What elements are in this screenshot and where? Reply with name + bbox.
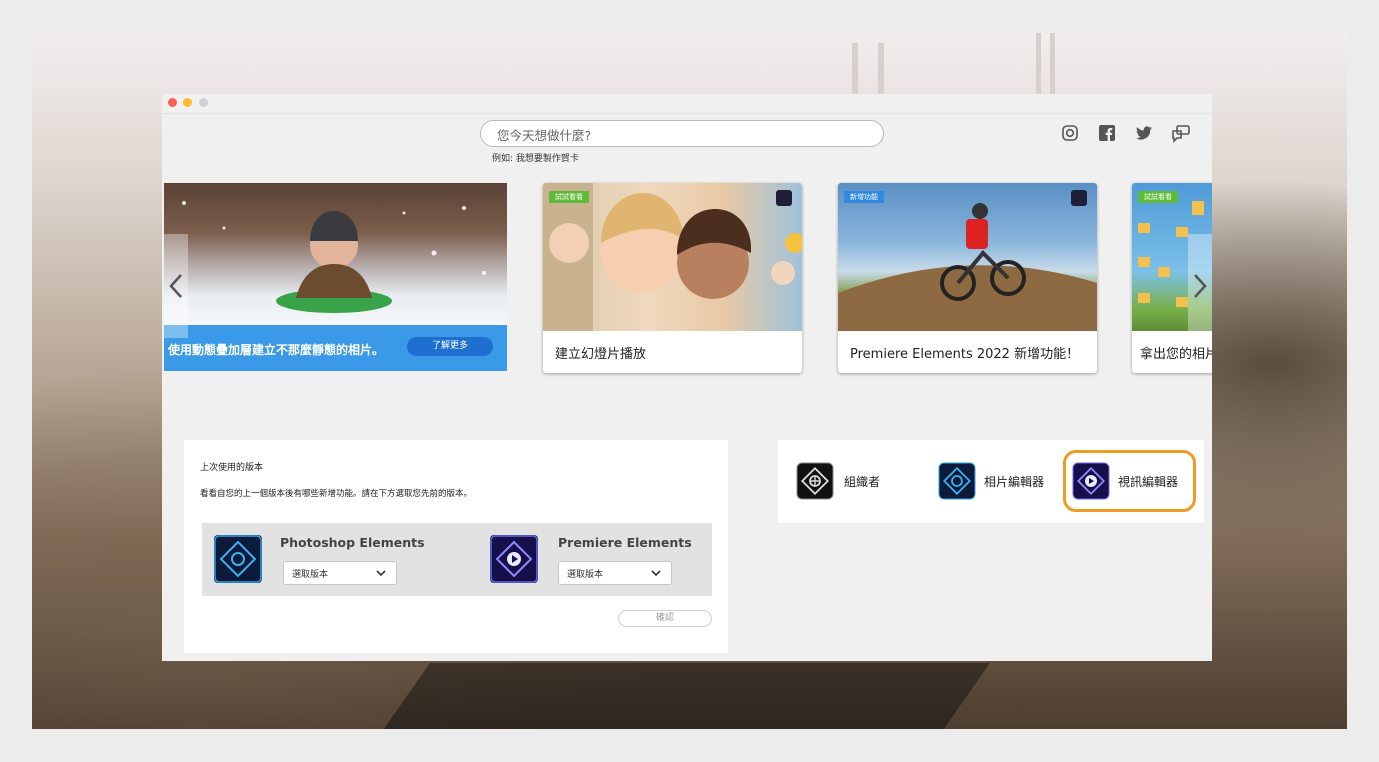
chevron-down-icon <box>376 570 386 577</box>
twitter-icon[interactable] <box>1134 123 1154 143</box>
premiere-elements-icon <box>490 535 538 583</box>
chevron-left-icon <box>169 274 182 298</box>
facebook-icon[interactable] <box>1097 123 1117 143</box>
maximize-window-button[interactable] <box>199 98 208 107</box>
learn-more-button[interactable]: 了解更多 <box>407 337 493 356</box>
card-tag: 試試看看 <box>1138 191 1178 203</box>
card-image: 新增功能 <box>838 183 1097 331</box>
bridge-tower <box>1036 33 1041 95</box>
organizer-label: 組織者 <box>844 475 881 489</box>
last-used-panel: 上次使用的版本 看看自您的上一個版本後有哪些新增功能。請在下方選取您先前的版本。… <box>184 440 728 653</box>
instagram-icon[interactable] <box>1060 123 1080 143</box>
card-image: 試試看看 <box>543 183 802 331</box>
elements-badge-icon <box>776 190 792 206</box>
carousel-card-slideshow[interactable]: 試試看看 建立幻燈片播放 <box>543 183 802 373</box>
card-caption: 建立幻燈片播放 <box>555 347 647 362</box>
photo-editor-label: 相片編輯器 <box>984 475 1045 489</box>
carousel-prev-button[interactable] <box>164 234 188 338</box>
search-hint: 例如: 我想要製作賀卡 <box>492 154 579 164</box>
organizer-launcher[interactable]: 組織者 <box>796 440 906 523</box>
confirm-button[interactable]: 確認 <box>618 610 712 627</box>
title-divider <box>162 113 1212 114</box>
card-caption: Premiere Elements 2022 新增功能！ <box>850 347 1080 362</box>
version-selector-box: Photoshop Elements 選取版本 Premiere Element… <box>202 523 712 596</box>
photo-editor-launcher[interactable]: 相片編輯器 <box>938 440 1058 523</box>
close-window-button[interactable] <box>168 98 177 107</box>
hero-text: 使用動態疊加層建立不那麼靜態的相片。 <box>168 343 385 357</box>
last-used-description: 看看自您的上一個版本後有哪些新增功能。請在下方選取您先前的版本。 <box>200 489 473 499</box>
title-bar <box>162 94 1212 112</box>
bridge-tower <box>1050 33 1055 95</box>
card-tag: 試試看看 <box>549 191 589 203</box>
minimize-window-button[interactable] <box>183 98 192 107</box>
premiere-elements-name: Premiere Elements <box>558 535 692 550</box>
app-window: 您今天想做什麼? 例如: 我想要製作賀卡 使用動態疊加層建立不那麼靜態的相片。 … <box>162 94 1212 661</box>
premiere-version-select[interactable]: 選取版本 <box>558 561 672 585</box>
select-value: 選取版本 <box>567 570 604 580</box>
photoshop-elements-name: Photoshop Elements <box>280 535 425 550</box>
hero-card[interactable]: 使用動態疊加層建立不那麼靜態的相片。 了解更多 <box>164 183 507 373</box>
road <box>373 663 991 729</box>
launcher-panel: 組織者 相片編輯器 視訊編輯器 <box>778 440 1204 523</box>
photo-editor-icon <box>938 462 976 500</box>
photoshop-version-select[interactable]: 選取版本 <box>283 561 397 585</box>
hero-image <box>164 183 507 325</box>
select-value: 選取版本 <box>292 570 329 580</box>
photoshop-elements-icon <box>214 535 262 583</box>
chevron-right-icon <box>1194 274 1207 298</box>
last-used-title: 上次使用的版本 <box>200 463 264 473</box>
video-editor-highlight <box>1063 450 1196 512</box>
carousel-next-button[interactable] <box>1188 234 1212 338</box>
carousel-card-premiere-new[interactable]: 新增功能 Premiere Elements 2022 新增功能！ <box>838 183 1097 373</box>
organizer-icon <box>796 462 834 500</box>
card-tag: 新增功能 <box>844 191 884 203</box>
card-caption: 拿出您的相片 <box>1140 347 1212 362</box>
elements-badge-icon <box>1071 190 1087 206</box>
feedback-icon[interactable] <box>1171 123 1191 143</box>
search-input[interactable]: 您今天想做什麼? <box>480 120 884 147</box>
chevron-down-icon <box>651 570 661 577</box>
